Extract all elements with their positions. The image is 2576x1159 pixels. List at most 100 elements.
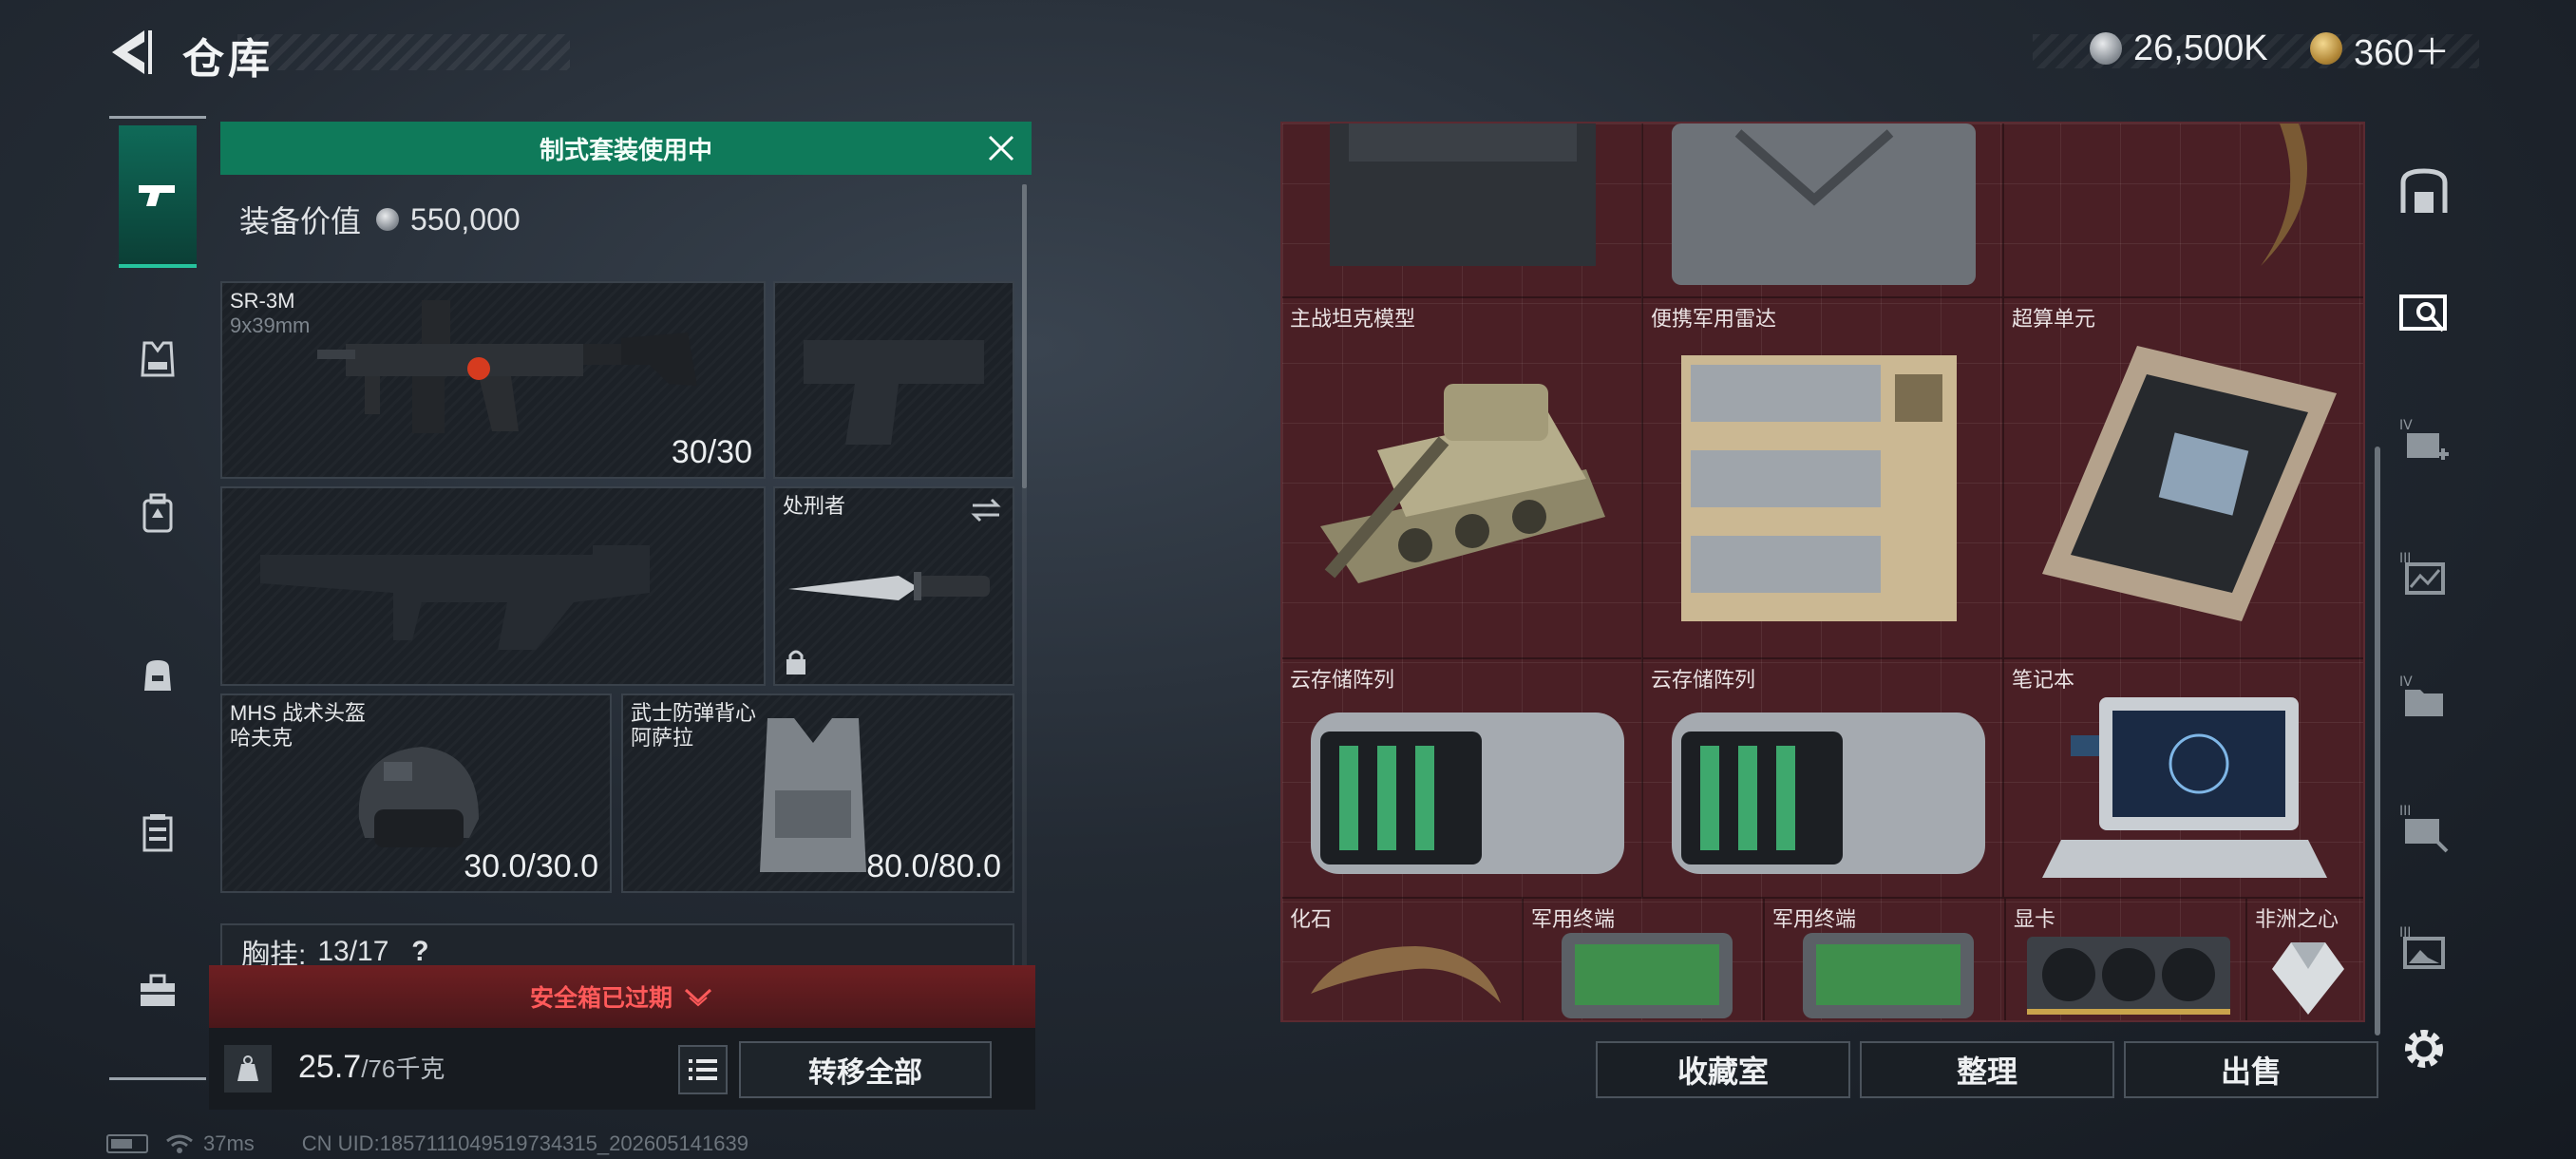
swap-icon[interactable]: [969, 496, 1003, 524]
level3-image-icon: III: [2399, 925, 2445, 969]
level3-chart-icon: III: [2399, 551, 2445, 595]
silver-currency-value: 26,500K: [2133, 28, 2268, 68]
storage-scrollbar[interactable]: [2375, 446, 2380, 1036]
armor-slot[interactable]: 武士防弹背心 阿萨拉 80.0/80.0: [621, 694, 1014, 893]
nav-divider-top: [109, 116, 206, 119]
nav-backpack[interactable]: [119, 443, 197, 585]
rightnav-level3-chart[interactable]: III: [2390, 540, 2458, 608]
item-label: 云存储阵列: [1290, 668, 1395, 692]
silver-coin-icon: [376, 208, 400, 231]
pistol-silhouette-icon: [804, 340, 984, 445]
current-weight: 25.7: [298, 1049, 362, 1085]
supercomputer-icon: [2042, 346, 2337, 621]
storage-item-4[interactable]: 云存储阵列: [1282, 659, 1643, 899]
nav-divider-bottom: [109, 1077, 206, 1080]
storage-item-10[interactable]: 显卡: [2006, 899, 2247, 1020]
preset-banner-text: 制式套装使用中: [539, 135, 712, 164]
gpu-icon: [2027, 937, 2230, 1015]
collection-room-button[interactable]: 收藏室: [1596, 1041, 1850, 1098]
level4-folder-icon: IV: [2399, 674, 2443, 716]
back-button[interactable]: [106, 27, 154, 78]
chest-rig-capacity: 13/17: [317, 936, 389, 967]
gold-coin-icon: [2310, 32, 2342, 65]
backpack-icon: [142, 493, 173, 533]
vest-armor-icon: [760, 718, 866, 872]
secondary-weapon-slot[interactable]: [220, 486, 766, 686]
primary-ammo: 30/30: [671, 434, 752, 470]
rightnav-level4-folder[interactable]: IV: [2390, 663, 2458, 732]
safebox-expired-bar[interactable]: 安全箱已过期: [209, 965, 1035, 1028]
sell-button[interactable]: 出售: [2124, 1041, 2378, 1098]
rightnav-level3-tag[interactable]: III: [2390, 792, 2458, 861]
nav-weapon[interactable]: [119, 125, 197, 268]
gold-currency[interactable]: 360＋: [2310, 25, 2451, 73]
weapon-caliber: 9x39mm: [230, 314, 311, 337]
close-icon[interactable]: [984, 131, 1018, 165]
weapon-name: SR-3M: [230, 289, 295, 313]
terminal-icon: [1562, 933, 1733, 1018]
filter-screen-icon: [2399, 294, 2447, 332]
gold-currency-value: 360＋: [2354, 32, 2451, 73]
crate-icon: [1330, 124, 1596, 266]
rightnav-settings[interactable]: [2390, 1015, 2458, 1083]
storage-item-11[interactable]: 非洲之心: [2247, 899, 2363, 1020]
equip-value-label: 装备价值: [239, 204, 362, 238]
terminal-icon: [1803, 933, 1974, 1018]
helmet-durability: 30.0/30.0: [464, 848, 598, 884]
storage-item-9[interactable]: 军用终端: [1765, 899, 2006, 1020]
silver-currency[interactable]: 26,500K: [2090, 25, 2268, 72]
storage-array-icon: [1672, 712, 1985, 874]
vest-icon: [141, 341, 175, 377]
help-icon[interactable]: ?: [406, 936, 434, 967]
safe-icon: [2400, 168, 2448, 213]
back-arrow-icon: [112, 30, 152, 74]
horn-icon: [2261, 124, 2307, 266]
radar-icon: [1681, 355, 1957, 621]
item-label: 便携军用雷达: [1651, 307, 1777, 331]
loadout-scrollbar[interactable]: [1022, 184, 1027, 488]
storage-item-case[interactable]: [1643, 124, 2004, 298]
sort-button[interactable]: 整理: [1860, 1041, 2114, 1098]
chest-rig-icon: [142, 814, 173, 852]
title-decoration: [237, 34, 570, 70]
chevron-down-icon: [684, 988, 712, 1007]
storage-item-7[interactable]: 化石: [1282, 899, 1524, 1020]
storage-item-6[interactable]: 笔记本: [2004, 659, 2363, 899]
armor-title: 武士防弹背心: [631, 701, 757, 725]
fossil-icon: [1311, 946, 1501, 1003]
melee-slot[interactable]: 处刑者: [773, 486, 1014, 686]
storage-item-8[interactable]: 军用终端: [1524, 899, 1765, 1020]
list-view-button[interactable]: [678, 1045, 728, 1094]
armor-durability: 80.0/80.0: [866, 848, 1001, 884]
helmet-slot[interactable]: MHS 战术头盔 哈夫克 30.0/30.0: [220, 694, 612, 893]
safebox-status: 安全箱已过期: [529, 985, 672, 1012]
rightnav-filter-screen[interactable]: [2390, 279, 2458, 348]
storage-grid: 主战坦克模型 便携军用雷达 超算单元 云存储阵列 云存储阵列 笔记本 化石 军用…: [1280, 122, 2365, 1022]
item-label: 非洲之心: [2255, 907, 2339, 931]
level4-add-icon: IV: [2399, 418, 2449, 460]
list-icon: [689, 1059, 717, 1080]
nav-toolbox[interactable]: [119, 920, 197, 1062]
hard-case-icon: [1672, 124, 1976, 285]
nav-bag[interactable]: [119, 604, 197, 747]
pistol-slot[interactable]: [773, 281, 1014, 479]
storage-item-1[interactable]: 主战坦克模型: [1282, 298, 1643, 659]
nav-vest[interactable]: [119, 289, 197, 431]
equip-value: 装备价值 550,000: [239, 198, 521, 241]
rightnav-safe[interactable]: [2390, 158, 2458, 226]
rightnav-level4-add[interactable]: IV: [2390, 407, 2458, 475]
storage-item-horn[interactable]: [2004, 124, 2363, 298]
storage-item-crate[interactable]: [1282, 124, 1643, 298]
settings-icon: [2405, 1030, 2443, 1068]
primary-weapon-slot[interactable]: SR-3M 9x39mm 30/30: [220, 281, 766, 479]
toolbox-icon: [141, 974, 175, 1006]
storage-item-3[interactable]: 超算单元: [2004, 298, 2363, 659]
item-label: 超算单元: [2012, 307, 2096, 331]
storage-item-5[interactable]: 云存储阵列: [1643, 659, 2004, 899]
rifle-icon: [317, 300, 697, 433]
rightnav-level3-image[interactable]: III: [2390, 914, 2458, 982]
loadout-footer: 25.7/76千克 转移全部: [209, 1028, 1035, 1110]
nav-chest-rig[interactable]: [119, 762, 197, 904]
storage-item-2[interactable]: 便携军用雷达: [1643, 298, 2004, 659]
transfer-all-button[interactable]: 转移全部: [739, 1041, 992, 1098]
